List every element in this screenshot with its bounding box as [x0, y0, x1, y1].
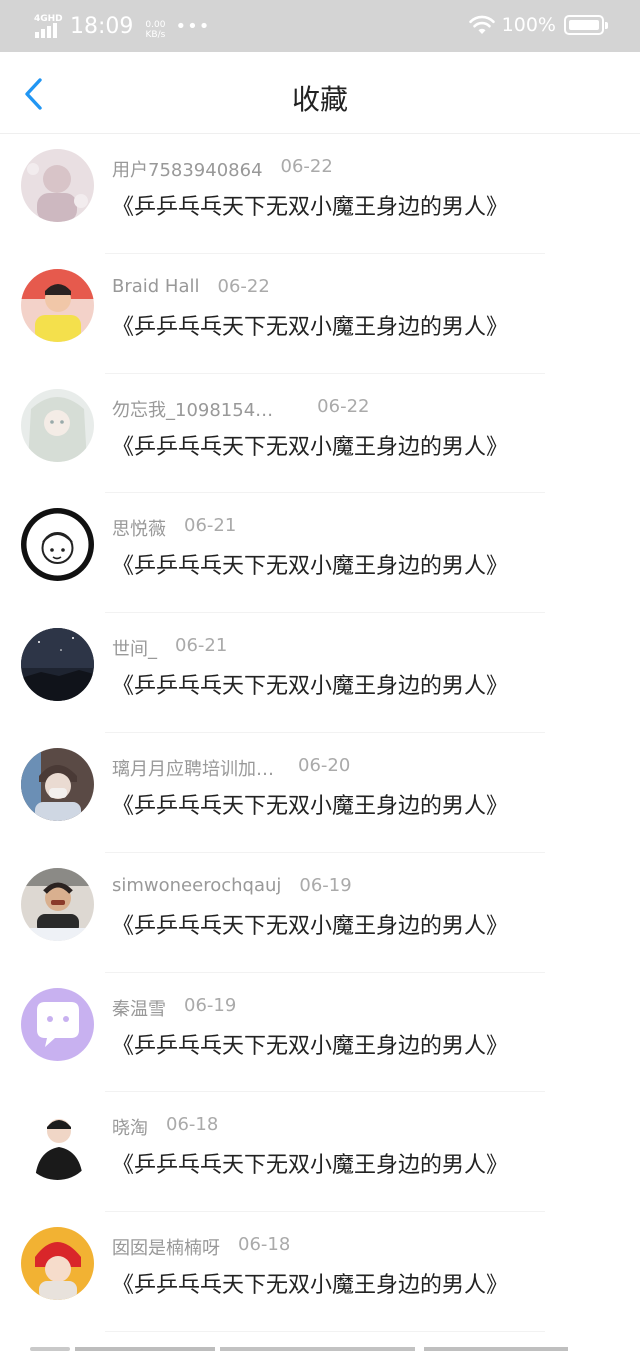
list-item[interactable]: 勿忘我_1098154… 06-22 《乒乒乓乓天下无双小魔王身边的男人》	[0, 374, 640, 494]
list-item[interactable]: simwoneerochqauj 06-19 《乒乒乓乓天下无双小魔王身边的男人…	[0, 853, 640, 973]
item-title[interactable]: 《乒乒乓乓天下无双小魔王身边的男人》	[112, 1147, 508, 1179]
user-name[interactable]: Braid Hall	[112, 276, 200, 297]
item-title[interactable]: 《乒乒乓乓天下无双小魔王身边的男人》	[112, 189, 508, 221]
item-date: 06-22	[317, 395, 370, 417]
divider	[105, 1330, 545, 1332]
list-item[interactable]: 囡囡是楠楠呀 06-18 《乒乒乓乓天下无双小魔王身边的男人》	[0, 1212, 640, 1332]
status-right: 100%	[468, 12, 608, 38]
avatar[interactable]	[21, 867, 94, 941]
avatar[interactable]	[21, 1107, 94, 1181]
item-date: 06-21	[184, 515, 237, 537]
speed-value: 0.00	[145, 20, 166, 30]
page-title: 收藏	[291, 83, 348, 116]
list-item[interactable]: 思悦薇 06-21 《乒乒乓乓天下无双小魔王身边的男人》	[0, 493, 640, 614]
user-name[interactable]: 世间_	[112, 635, 157, 661]
item-title[interactable]: 《乒乒乓乓天下无双小魔王身边的男人》	[112, 1267, 508, 1299]
avatar[interactable]	[21, 1227, 94, 1301]
user-name[interactable]: 思悦薇	[112, 515, 166, 541]
speed-unit: KB/s	[145, 30, 166, 40]
item-title[interactable]: 《乒乒乓乓天下无双小魔王身边的男人》	[112, 1028, 508, 1060]
item-title[interactable]: 《乒乒乓乓天下无双小魔王身边的男人》	[112, 908, 508, 940]
item-title[interactable]: 《乒乒乓乓天下无双小魔王身边的男人》	[112, 668, 508, 700]
item-title[interactable]: 《乒乒乓乓天下无双小魔王身边的男人》	[112, 309, 508, 341]
list-item[interactable]: 秦温雪 06-19 《乒乒乓乓天下无双小魔王身边的男人》	[0, 973, 640, 1093]
item-title[interactable]: 《乒乒乓乓天下无双小魔王身边的男人》	[112, 788, 508, 820]
status-left: 4GHD 18:09 0.00 KB/s •••	[34, 10, 210, 40]
battery-icon	[564, 15, 608, 35]
list-item[interactable]: 用户7583940864 06-22 《乒乒乓乓天下无双小魔王身边的男人》	[0, 134, 640, 254]
list-item[interactable]: 璃月月应聘培训加… 06-20 《乒乒乓乓天下无双小魔王身边的男人》	[0, 733, 640, 853]
item-meta: 秦温雪 06-19	[112, 995, 236, 1021]
item-meta: Braid Hall 06-22	[112, 276, 270, 297]
user-name[interactable]: 囡囡是楠楠呀	[112, 1234, 220, 1260]
item-date: 06-19	[184, 994, 237, 1016]
user-name[interactable]: 勿忘我_1098154…	[112, 396, 273, 422]
user-name[interactable]: 璃月月应聘培训加…	[112, 755, 274, 781]
item-meta: 世间_ 06-21	[112, 635, 227, 661]
item-date: 06-20	[298, 754, 351, 776]
item-date: 06-19	[299, 874, 352, 896]
avatar[interactable]	[21, 508, 94, 582]
avatar[interactable]	[21, 149, 94, 222]
avatar[interactable]	[21, 747, 94, 821]
battery-percent: 100%	[501, 14, 556, 36]
avatar[interactable]	[21, 268, 94, 342]
user-name[interactable]: 晓淘	[112, 1114, 148, 1140]
item-date: 06-18	[238, 1234, 291, 1256]
item-date: 06-22	[280, 156, 333, 177]
clock: 18:09	[70, 14, 134, 39]
item-meta: 勿忘我_1098154… 06-22	[112, 396, 369, 422]
avatar[interactable]	[21, 628, 94, 702]
list-item[interactable]: 晓淘 06-18 《乒乒乓乓天下无双小魔王身边的男人》	[0, 1092, 640, 1213]
status-bar: 4GHD 18:09 0.00 KB/s ••• 100%	[0, 0, 640, 52]
item-title[interactable]: 《乒乒乓乓天下无双小魔王身边的男人》	[112, 548, 508, 580]
item-meta: simwoneerochqauj 06-19	[112, 875, 352, 896]
favorites-list: 用户7583940864 06-22 《乒乒乓乓天下无双小魔王身边的男人》 Br…	[0, 134, 640, 1332]
item-meta: 囡囡是楠楠呀 06-18	[112, 1234, 290, 1260]
list-item[interactable]: 世间_ 06-21 《乒乒乓乓天下无双小魔王身边的男人》	[0, 613, 640, 733]
network-speed: 0.00 KB/s	[145, 20, 165, 40]
user-name[interactable]: 秦温雪	[112, 995, 166, 1021]
more-notifications-icon: •••	[175, 16, 211, 37]
list-item[interactable]: Braid Hall 06-22 《乒乒乓乓天下无双小魔王身边的男人》	[0, 254, 640, 374]
item-meta: 璃月月应聘培训加… 06-20	[112, 755, 350, 781]
nav-bar: 收藏	[0, 52, 640, 134]
item-date: 06-22	[217, 275, 270, 297]
user-name[interactable]: simwoneerochqauj	[112, 875, 281, 896]
item-meta: 用户7583940864 06-22	[112, 156, 333, 182]
user-name[interactable]: 用户7583940864	[112, 156, 263, 182]
next-item-peek	[30, 1347, 568, 1351]
wifi-icon	[468, 15, 495, 34]
item-meta: 晓淘 06-18	[112, 1114, 218, 1140]
item-title[interactable]: 《乒乒乓乓天下无双小魔王身边的男人》	[112, 429, 508, 461]
item-date: 06-21	[175, 635, 228, 657]
item-date: 06-18	[166, 1114, 219, 1136]
signal-icon: 4GHD	[34, 14, 64, 40]
avatar[interactable]	[21, 388, 94, 462]
item-meta: 思悦薇 06-21	[112, 515, 236, 541]
avatar[interactable]	[21, 987, 94, 1061]
